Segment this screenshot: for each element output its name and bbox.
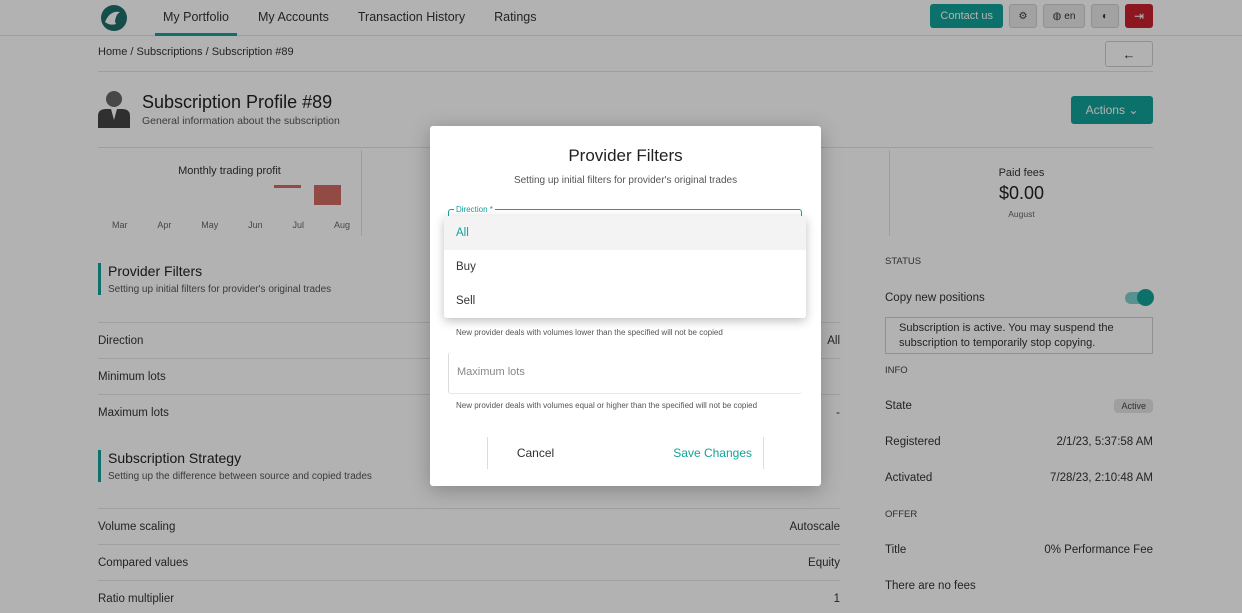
max-lots-input[interactable]: Maximum lots xyxy=(448,352,802,394)
max-lots-hint: New provider deals with volumes equal or… xyxy=(456,401,758,410)
cancel-button[interactable]: Cancel xyxy=(487,437,583,469)
dialog-subtitle: Setting up initial filters for provider'… xyxy=(513,175,738,186)
dialog-title: Provider Filters xyxy=(568,146,683,165)
direction-dropdown-menu: All Buy Sell xyxy=(444,216,806,318)
min-lots-hint: New provider deals with volumes lower th… xyxy=(456,328,723,337)
direction-label: Direction * xyxy=(454,205,495,214)
direction-option-sell[interactable]: Sell xyxy=(444,284,806,318)
direction-option-all[interactable]: All xyxy=(444,216,806,250)
max-lots-placeholder: Maximum lots xyxy=(457,366,525,378)
save-changes-button[interactable]: Save Changes xyxy=(663,437,764,469)
direction-option-buy[interactable]: Buy xyxy=(444,250,806,284)
